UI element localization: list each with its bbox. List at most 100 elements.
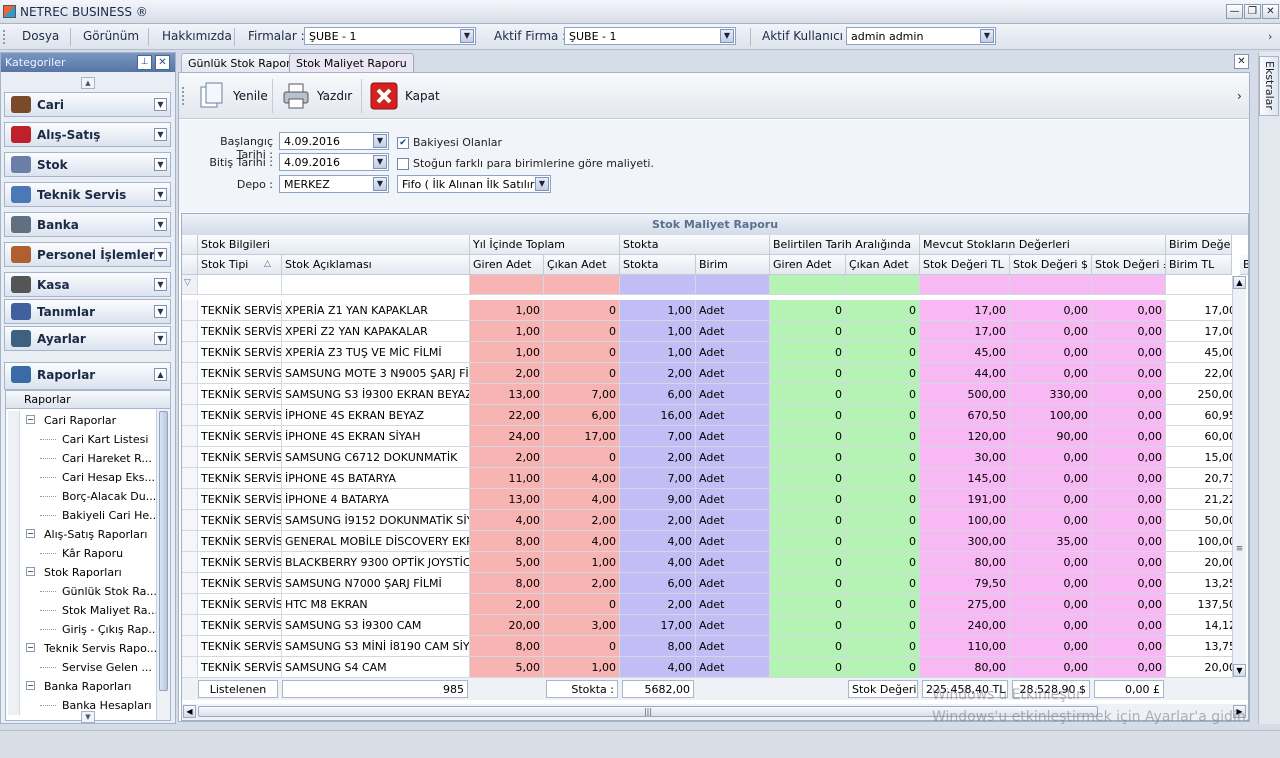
menu-dosya[interactable]: Dosya [22,29,59,43]
row-indicator[interactable] [182,363,198,384]
tree-scrollbar[interactable] [156,409,170,720]
column-header[interactable]: Stokta [620,255,696,275]
close-panel-icon[interactable]: ✕ [155,55,170,70]
chevron-down-icon[interactable]: ▼ [373,177,387,191]
chevron-down-icon[interactable]: ▼ [154,332,167,345]
filter-cell[interactable] [470,275,544,295]
filter-cell[interactable] [620,275,696,295]
category-kasa[interactable]: Kasa ▼ [4,272,171,297]
row-indicator[interactable] [182,531,198,552]
collapse-icon[interactable]: − [26,415,35,424]
tree-item[interactable]: Cari Kart Listesi [6,430,156,449]
chevron-down-icon[interactable]: ▼ [720,29,734,43]
tree-item[interactable]: Servise Gelen ... [6,658,156,677]
tree-item[interactable]: Kâr Raporu [6,544,156,563]
aktif-kullanici-select[interactable]: admin admin ▼ [846,27,996,45]
collapse-icon[interactable]: − [26,643,35,652]
chevron-down-icon[interactable]: ▼ [154,188,167,201]
menu-hakkimizda[interactable]: Hakkımızda [162,29,232,43]
tree-item[interactable]: − Banka Raporları [6,677,156,696]
row-indicator[interactable] [182,384,198,405]
row-indicator[interactable] [182,321,198,342]
tree-scroll-thumb[interactable] [159,411,168,691]
tab-gunluk-stok[interactable]: Günlük Stok Raporu [181,53,305,73]
scroll-up-icon[interactable]: ▲ [81,77,95,89]
tree-item[interactable]: Cari Hareket R... [6,449,156,468]
tree-item[interactable]: Günlük Stok Ra... [6,582,157,601]
menu-gorunum[interactable]: Görünüm [83,29,139,43]
column-header[interactable]: Stok Açıklaması [282,255,470,275]
category-personel-i-şlemleri[interactable]: Personel İşlemleri ▼ [4,242,171,267]
column-header[interactable]: Giren Adet [770,255,846,275]
chevron-down-icon[interactable]: ▼ [373,134,387,148]
close-report-button[interactable]: Kapat [369,81,440,111]
tree-item[interactable]: − Cari Raporlar [6,411,156,430]
row-indicator[interactable] [182,468,198,489]
chevron-down-icon[interactable]: ▼ [535,177,549,191]
close-window-button[interactable]: ✕ [1262,4,1279,19]
category-alış-satış[interactable]: Alış-Satış ▼ [4,122,171,147]
tree-item[interactable]: Borç-Alacak Du... [6,487,156,506]
scroll-down-icon[interactable]: ▼ [1233,664,1246,677]
row-indicator[interactable] [182,300,198,321]
row-indicator[interactable] [182,657,198,678]
filter-cell[interactable] [696,275,770,295]
collapse-icon[interactable]: − [26,529,35,538]
tree-item[interactable]: − Alış-Satış Raporları [6,525,156,544]
chevron-down-icon[interactable]: ▼ [154,128,167,141]
row-indicator[interactable] [182,426,198,447]
tab-stok-maliyet[interactable]: Stok Maliyet Raporu [289,53,414,74]
filter-cell[interactable] [544,275,620,295]
row-indicator[interactable] [182,615,198,636]
filter-cell[interactable] [1166,275,1240,295]
category-tanımlar[interactable]: Tanımlar ▼ [4,299,171,324]
currency-checkbox[interactable] [397,158,409,170]
column-header[interactable]: Stok Değeri TL [920,255,1010,275]
column-header[interactable]: Birim TL [1166,255,1232,275]
tree-item[interactable]: Bakiyeli Cari He... [6,506,160,525]
chevron-right-icon[interactable]: › [1237,89,1242,103]
category-ayarlar[interactable]: Ayarlar ▼ [4,326,171,351]
chevron-right-icon[interactable]: › [1268,30,1272,43]
row-indicator[interactable] [182,573,198,594]
row-indicator[interactable] [182,636,198,657]
filter-cell[interactable] [846,275,920,295]
cost-method-select[interactable]: Fifo ( İlk Alınan İlk Satılır ) ▼ [397,175,551,193]
depo-select[interactable]: MERKEZ ▼ [279,175,389,193]
filter-cell[interactable] [920,275,1010,295]
minimize-button[interactable]: — [1226,4,1243,19]
bakiyesi-checkbox[interactable]: ✔ [397,137,409,149]
category-cari[interactable]: Cari ▼ [4,92,171,117]
filter-cell[interactable] [282,275,470,295]
category-stok[interactable]: Stok ▼ [4,152,171,177]
sort-asc-icon[interactable]: △ [264,259,271,269]
column-header[interactable]: Stok Değeri $ [1010,255,1092,275]
category-teknik-servis[interactable]: Teknik Servis ▼ [4,182,171,207]
filter-icon[interactable]: ▽ [182,275,198,295]
column-header[interactable]: Çıkan Adet [846,255,920,275]
chevron-down-icon[interactable]: ▼ [154,248,167,261]
start-date-field[interactable]: 4.09.2016 ▼ [279,132,389,150]
refresh-button[interactable]: Yenile [197,81,268,111]
tree-item[interactable]: Stok Maliyet Ra... [6,601,158,620]
chevron-down-icon[interactable]: ▼ [154,278,167,291]
column-header[interactable]: Giren Adet [470,255,544,275]
collapse-icon[interactable]: − [26,681,35,690]
chevron-down-icon[interactable]: ▼ [154,158,167,171]
grid-vertical-scrollbar[interactable]: ▲ ≡ ▼ [1232,276,1246,678]
collapse-icon[interactable]: − [26,567,35,576]
row-indicator[interactable] [182,405,198,426]
scroll-left-icon[interactable]: ◀ [183,705,196,718]
chevron-down-icon[interactable]: ▼ [154,98,167,111]
end-date-field[interactable]: 4.09.2016 ▼ [279,153,389,171]
tree-item[interactable]: − Teknik Servis Rapo... [6,639,157,658]
firmalar-select[interactable]: ŞUBE - 1 ▼ [304,27,476,45]
column-header[interactable]: Birim [696,255,770,275]
column-header[interactable]: Çıkan Adet [544,255,620,275]
column-header[interactable]: Stok Değeri £ [1092,255,1166,275]
chevron-up-icon[interactable]: ▲ [154,368,167,381]
row-indicator[interactable] [182,447,198,468]
category-raporlar[interactable]: Raporlar ▲ [4,362,171,390]
chevron-down-icon[interactable]: ▼ [154,218,167,231]
print-button[interactable]: Yazdır [281,81,357,111]
